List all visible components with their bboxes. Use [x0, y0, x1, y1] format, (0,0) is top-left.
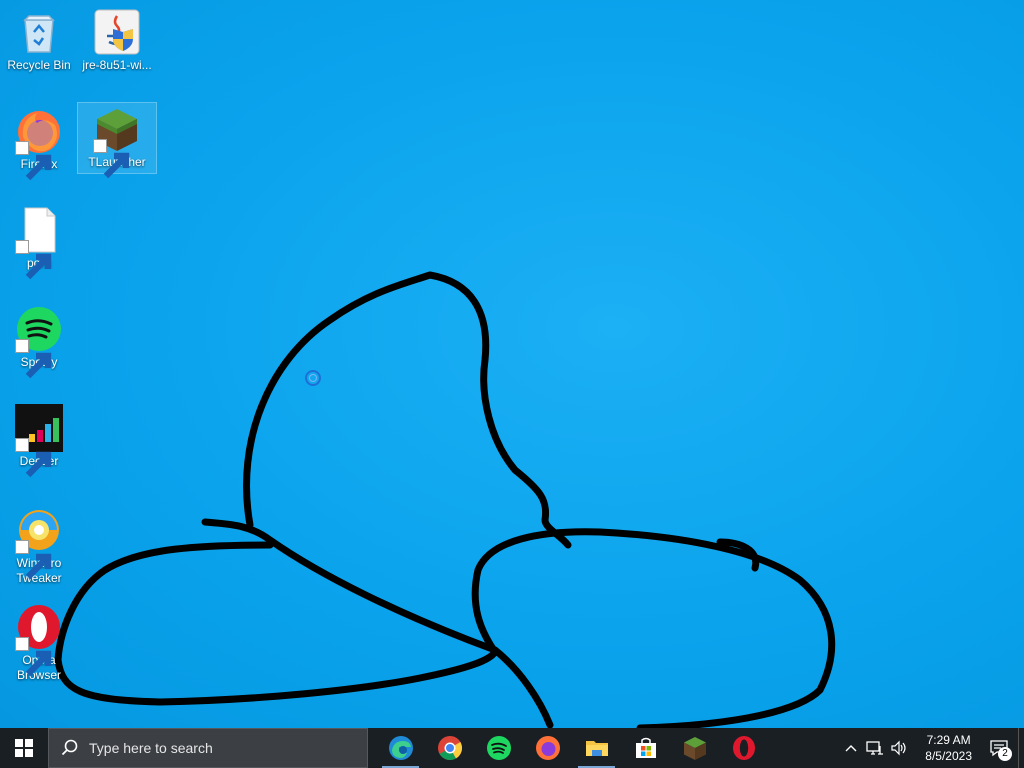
busy-cursor-icon — [305, 370, 321, 386]
folder-icon — [585, 741, 608, 756]
winaero-tweaker-icon — [15, 506, 63, 580]
taskbar: 7:29 AM 8/5/2023 2 — [0, 728, 1024, 768]
clock-time: 7:29 AM — [926, 733, 971, 747]
speaker-icon — [891, 740, 906, 756]
search-icon — [61, 739, 78, 756]
opera-icon — [15, 603, 63, 677]
firefox-icon — [15, 107, 63, 181]
shortcut-arrow-icon — [15, 637, 52, 677]
desktop-icon-firefox[interactable]: Firefox — [0, 105, 78, 181]
taskbar-app-file-explorer[interactable] — [572, 728, 621, 768]
desktop-icon-porn-file[interactable]: porn — [0, 204, 78, 280]
taskbar-pinned-apps — [376, 728, 768, 768]
desktop-icon-recycle-bin[interactable]: Recycle Bin — [0, 6, 78, 73]
shortcut-arrow-icon — [93, 139, 130, 179]
taskbar-app-microsoft-store[interactable] — [621, 728, 670, 768]
clock-date: 8/5/2023 — [925, 749, 972, 763]
firefox-icon — [535, 736, 560, 760]
taskbar-search-box[interactable] — [48, 728, 368, 768]
windows-logo-icon — [15, 739, 33, 757]
show-desktop-button[interactable] — [1018, 728, 1024, 768]
taskbar-app-spotify[interactable] — [474, 728, 523, 768]
network-icon — [866, 741, 884, 755]
shortcut-arrow-icon — [15, 438, 52, 478]
spotify-icon — [486, 736, 511, 760]
action-center-button[interactable]: 2 — [980, 728, 1018, 768]
chrome-icon — [437, 736, 462, 761]
taskbar-app-tlauncher[interactable] — [670, 728, 719, 768]
java-installer-icon — [93, 8, 141, 56]
desktop-icon-jre-installer[interactable]: jre-8u51-wi... — [78, 6, 156, 73]
tlauncher-icon — [93, 105, 141, 179]
recycle-bin-icon — [15, 8, 63, 56]
volume-button[interactable] — [887, 728, 911, 768]
edge-icon — [388, 736, 413, 760]
tlauncher-icon — [683, 737, 706, 760]
spotify-icon — [15, 305, 63, 379]
show-hidden-icons-button[interactable] — [839, 728, 863, 768]
taskbar-clock[interactable]: 7:29 AM 8/5/2023 — [917, 732, 980, 764]
system-tray: 7:29 AM 8/5/2023 2 — [839, 728, 1024, 768]
taskbar-app-opera[interactable] — [719, 728, 768, 768]
taskbar-app-edge[interactable] — [376, 728, 425, 768]
shortcut-arrow-icon — [15, 240, 52, 280]
desktop-icon-spotify[interactable]: Spotify — [0, 303, 78, 379]
network-status-button[interactable] — [863, 728, 887, 768]
taskbar-app-chrome[interactable] — [425, 728, 474, 768]
taskbar-app-firefox[interactable] — [523, 728, 572, 768]
desktop-icon-opera[interactable]: Opera Browser — [0, 601, 78, 683]
start-button[interactable] — [0, 728, 48, 768]
blank-file-icon — [15, 206, 63, 280]
shortcut-arrow-icon — [15, 540, 52, 580]
shortcut-arrow-icon — [15, 339, 52, 379]
search-input[interactable] — [87, 739, 351, 757]
deezer-icon — [15, 404, 63, 478]
desktop-icon-winaero-tweaker[interactable]: Winaero Tweaker — [0, 504, 78, 586]
desktop-icon-label: jre-8u51-wi... — [82, 58, 152, 72]
desktop-icon-deezer[interactable]: Deezer — [0, 402, 78, 478]
store-icon — [635, 737, 656, 758]
shortcut-arrow-icon — [15, 141, 52, 181]
desktop-icon-tlauncher[interactable]: TLauncher — [77, 102, 157, 179]
desktop-icon-label: Recycle Bin — [7, 58, 71, 72]
opera-icon — [732, 736, 755, 760]
chevron-up-icon — [845, 745, 857, 752]
notification-count-badge: 2 — [998, 747, 1012, 761]
